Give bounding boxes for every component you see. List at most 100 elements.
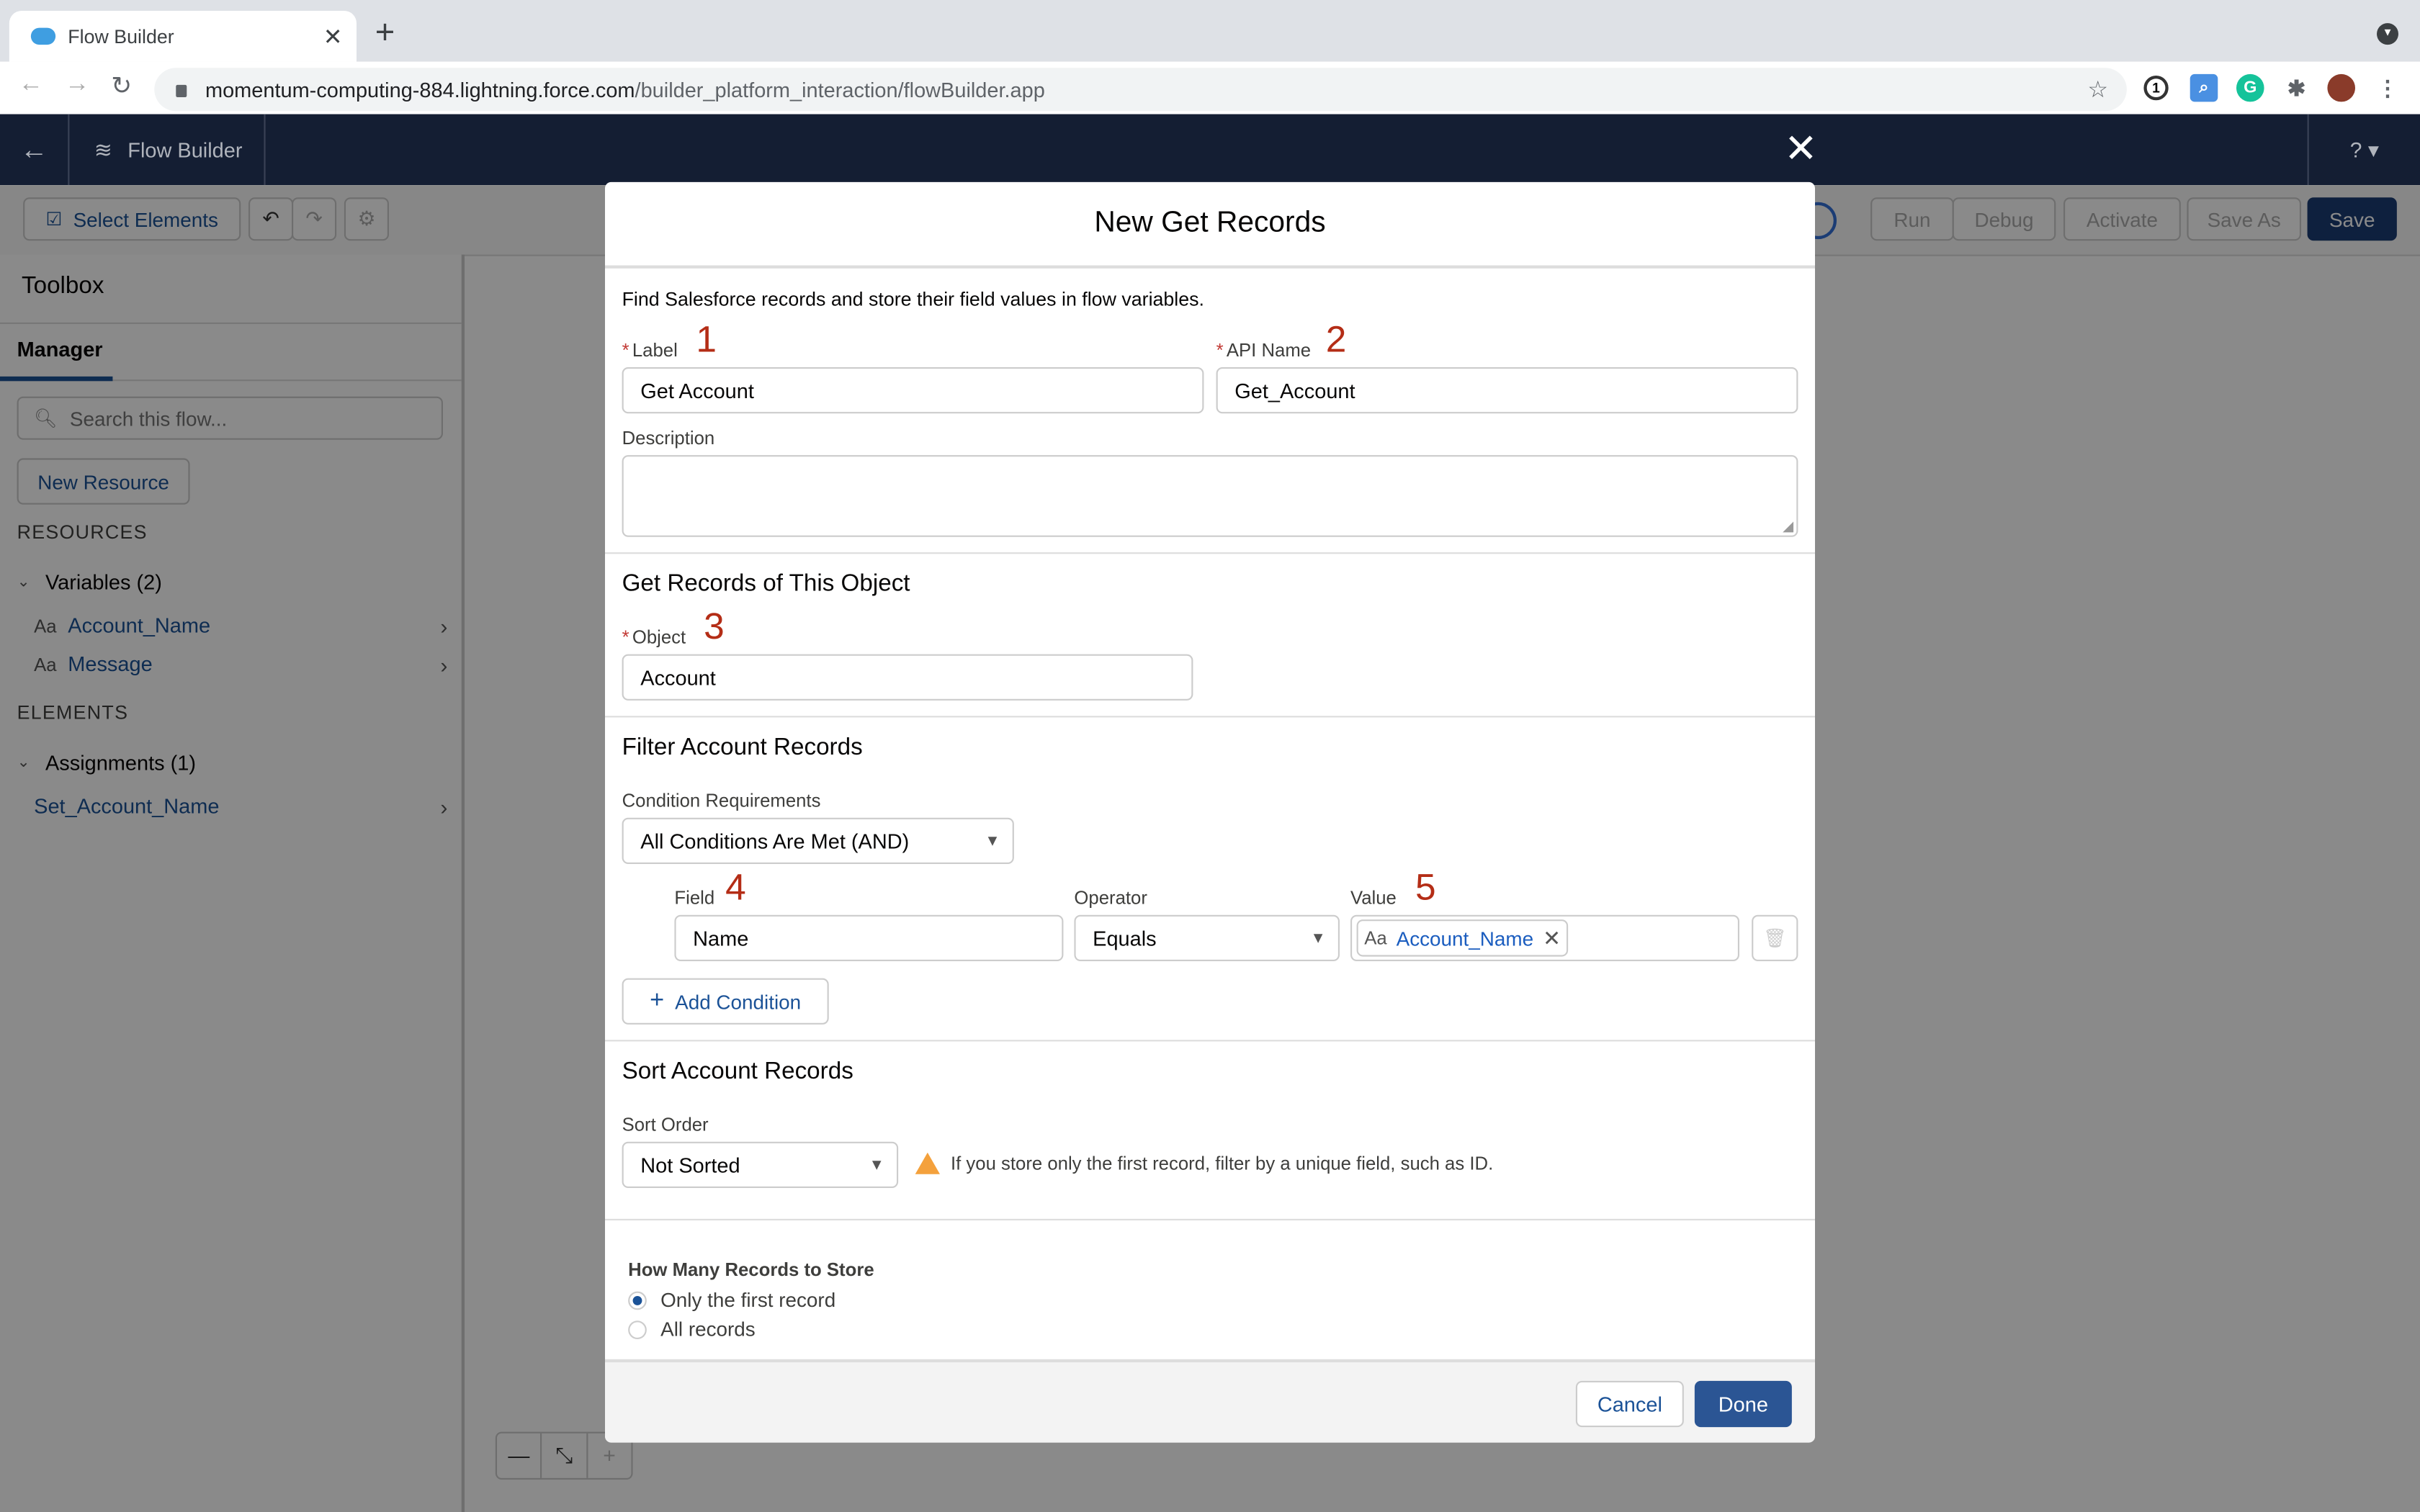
resize-handle-icon[interactable]: ◢: [1783, 518, 1793, 536]
new-tab-button[interactable]: +: [375, 13, 395, 50]
description-field-label: Description: [622, 427, 715, 449]
cancel-button[interactable]: Cancel: [1575, 1380, 1684, 1428]
label-field-label: * Label: [622, 339, 678, 361]
app-header: ← ≋ Flow Builder ? ▾: [0, 114, 2420, 186]
back-button[interactable]: ←: [0, 114, 70, 186]
back-arrow-icon[interactable]: ←: [19, 71, 43, 99]
tab-search-icon[interactable]: ▼: [2377, 23, 2398, 45]
radio-label: Only the first record: [660, 1288, 836, 1312]
annotation-1: 1: [696, 319, 717, 361]
condition-requirements-select[interactable]: All Conditions Are Met (AND) ▼: [622, 817, 1014, 864]
browser-menu-icon[interactable]: ⋮: [2374, 74, 2402, 102]
trash-icon: 🗑︎: [1762, 927, 1787, 949]
search-extension-icon[interactable]: ⌕: [2190, 73, 2218, 102]
section-divider: [605, 1040, 1815, 1042]
object-text: Object: [632, 626, 686, 648]
section-divider: [605, 552, 1815, 554]
reload-icon[interactable]: ↻: [111, 71, 132, 102]
value-column-label: Value: [1350, 887, 1397, 909]
operator-select[interactable]: Equals ▼: [1074, 914, 1340, 961]
value-pill-label: Account_Name: [1396, 926, 1534, 950]
extensions-puzzle-icon[interactable]: ✱: [2282, 74, 2311, 102]
radio-label: All records: [660, 1318, 756, 1341]
new-get-records-modal: New Get Records Find Salesforce records …: [605, 181, 1815, 1443]
lock-icon: [176, 84, 187, 97]
how-many-label: How Many Records to Store: [628, 1259, 874, 1281]
help-menu-button[interactable]: ? ▾: [2307, 114, 2420, 186]
radio-indicator[interactable]: [628, 1320, 647, 1338]
annotation-3: 3: [704, 606, 725, 648]
salesforce-cloud-icon: [30, 27, 56, 45]
dropdown-arrow-icon: ▼: [869, 1156, 884, 1174]
address-bar[interactable]: momentum-computing-884.lightning.force.c…: [154, 68, 2127, 112]
api-name-input[interactable]: Get_Account: [1216, 366, 1798, 414]
1password-icon[interactable]: 1: [2143, 76, 2169, 101]
sort-warning-text: If you store only the first record, filt…: [951, 1152, 1494, 1174]
annotation-5: 5: [1415, 867, 1436, 909]
api-name-text: API Name: [1226, 339, 1312, 361]
radio-selected-indicator[interactable]: [628, 1290, 647, 1310]
label-text: Label: [632, 339, 678, 361]
object-section-title: Get Records of This Object: [622, 570, 910, 598]
forward-arrow-icon[interactable]: →: [65, 71, 89, 99]
bookmark-star-icon[interactable]: ☆: [2087, 76, 2108, 103]
api-name-input-value: Get_Account: [1234, 379, 1355, 402]
filter-field-value: Name: [693, 926, 749, 950]
add-condition-button[interactable]: + Add Condition: [622, 978, 829, 1025]
url-path: /builder_platform_interaction/flowBuilde…: [635, 78, 1045, 102]
radio-only-first-record[interactable]: Only the first record: [628, 1288, 835, 1311]
description-textarea[interactable]: ◢: [622, 455, 1798, 537]
warning-icon: [915, 1152, 940, 1174]
condition-requirements-label: Condition Requirements: [622, 790, 821, 812]
screen: Flow Builder ✕ + ▼ ← → ↻ momentum-comput…: [0, 0, 2420, 1512]
tab-title: Flow Builder: [68, 25, 174, 48]
modal-footer: Cancel Done: [605, 1359, 1815, 1443]
dropdown-arrow-icon: ▼: [1310, 930, 1326, 947]
operator-value: Equals: [1093, 926, 1157, 950]
close-tab-icon[interactable]: ✕: [323, 22, 343, 50]
object-input[interactable]: Account: [622, 654, 1193, 701]
browser-tabstrip: Flow Builder ✕ + ▼: [0, 0, 2420, 62]
remove-pill-icon[interactable]: ✕: [1543, 925, 1561, 951]
modal-intro: Find Salesforce records and store their …: [622, 288, 1204, 310]
url-text: momentum-computing-884.lightning.force.c…: [205, 78, 1045, 101]
browser-tab[interactable]: Flow Builder ✕: [9, 11, 357, 62]
sort-order-value: Not Sorted: [640, 1153, 740, 1176]
filter-field-input[interactable]: Name: [674, 914, 1064, 961]
browser-toolbar: ← → ↻ momentum-computing-884.lightning.f…: [0, 61, 2420, 116]
app-brand: ≋ Flow Builder: [68, 114, 266, 186]
dropdown-arrow-icon: ▼: [985, 832, 1000, 850]
help-icon: ?: [2349, 137, 2362, 162]
value-pill[interactable]: Aa Account_Name ✕: [1356, 919, 1569, 957]
value-input[interactable]: Aa Account_Name ✕: [1350, 914, 1739, 961]
sort-order-label: Sort Order: [622, 1114, 709, 1136]
annotation-4: 4: [725, 867, 746, 909]
api-name-field-label: * API Name: [1216, 339, 1311, 361]
sort-section-title: Sort Account Records: [622, 1058, 853, 1085]
filter-section-title: Filter Account Records: [622, 734, 863, 761]
sort-order-select[interactable]: Not Sorted ▼: [622, 1141, 899, 1188]
operator-column-label: Operator: [1074, 887, 1147, 909]
radio-all-records[interactable]: All records: [628, 1318, 756, 1341]
required-asterisk: *: [622, 339, 629, 361]
grammarly-icon[interactable]: G: [2236, 73, 2264, 102]
required-asterisk: *: [622, 626, 629, 648]
done-button[interactable]: Done: [1694, 1380, 1792, 1428]
section-divider: [605, 1218, 1815, 1220]
label-input[interactable]: Get Account: [622, 366, 1204, 414]
app-title: Flow Builder: [127, 138, 243, 161]
object-input-value: Account: [640, 665, 716, 689]
url-host: momentum-computing-884.lightning.force.c…: [205, 78, 635, 102]
object-field-label: * Object: [622, 626, 686, 648]
text-type-icon: Aa: [1364, 927, 1387, 949]
label-input-value: Get Account: [640, 379, 754, 402]
delete-condition-button[interactable]: 🗑︎: [1752, 914, 1798, 961]
required-asterisk: *: [1216, 339, 1224, 361]
profile-avatar[interactable]: [2327, 73, 2355, 102]
modal-title: New Get Records: [605, 182, 1815, 269]
sort-warning: If you store only the first record, filt…: [915, 1152, 1494, 1174]
plus-icon: +: [650, 987, 665, 1014]
annotation-2: 2: [1325, 319, 1347, 361]
close-modal-icon[interactable]: ✕: [1784, 127, 1818, 170]
condition-requirements-value: All Conditions Are Met (AND): [640, 829, 910, 852]
